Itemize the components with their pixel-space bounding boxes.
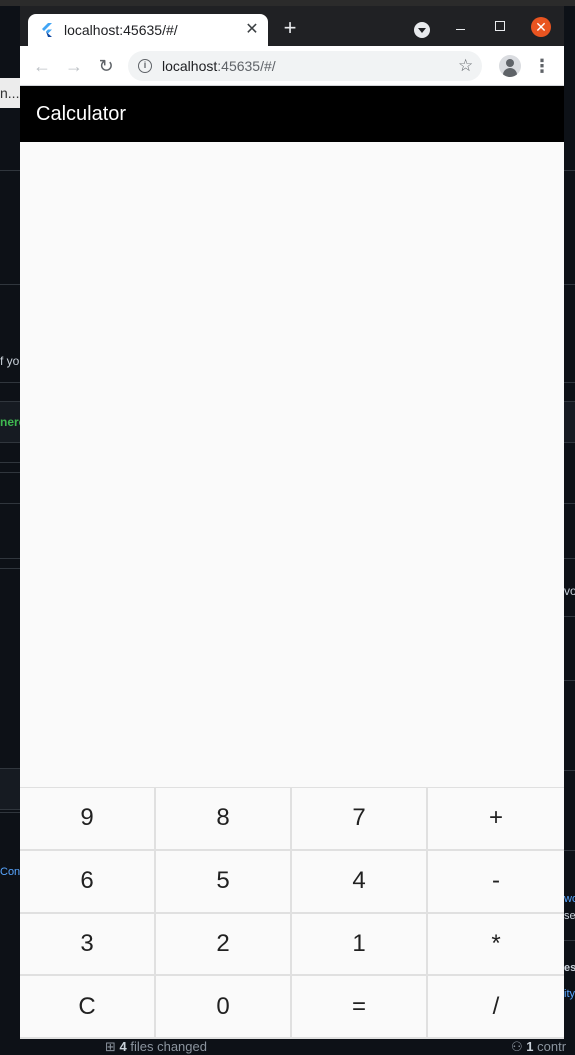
reload-icon[interactable]: ↻ <box>96 56 116 76</box>
contributors-text: contr <box>533 1039 567 1054</box>
tab-strip: localhost:45635/#/ ✕ + ✕ <box>20 6 564 46</box>
minimize-icon[interactable] <box>454 20 468 34</box>
browser-toolbar: ← → ↻ i localhost:45635/#/ ☆ ⋮ <box>20 46 564 86</box>
key-6[interactable]: 6 <box>20 850 156 914</box>
contributors-count: 1 <box>526 1039 534 1054</box>
arrow-right-icon[interactable]: → <box>64 56 84 76</box>
url-text[interactable]: localhost:45635/#/ <box>162 58 276 74</box>
url-path: :45635/#/ <box>217 58 276 74</box>
files-changed-label[interactable]: ⊞ 4 files changed <box>105 1039 207 1055</box>
app-title: Calculator <box>36 103 127 125</box>
background-tab-fragment: n... <box>0 78 20 108</box>
background-text-fragment: nerc <box>0 415 20 429</box>
arrow-left-icon[interactable]: ← <box>32 56 52 76</box>
files-changed-text: files changed <box>126 1039 207 1054</box>
kebab-menu-icon[interactable]: ⋮ <box>532 56 552 76</box>
person-icon: ⚇ <box>511 1039 527 1054</box>
window-close-icon[interactable]: ✕ <box>531 17 551 37</box>
background-band: nerc <box>0 401 20 443</box>
file-diff-icon: ⊞ <box>105 1039 120 1054</box>
browser-window: localhost:45635/#/ ✕ + ✕ ← → ↻ i localho… <box>20 6 564 1039</box>
star-icon[interactable]: ☆ <box>458 56 473 76</box>
close-icon[interactable]: ✕ <box>244 22 260 38</box>
background-left-strip <box>0 0 20 1055</box>
key-7[interactable]: 7 <box>292 788 428 851</box>
contributors-label[interactable]: ⚇ 1 contr <box>511 1039 575 1055</box>
calculator-display <box>20 142 564 787</box>
key-4[interactable]: 4 <box>292 850 428 914</box>
background-band <box>564 401 575 443</box>
background-link-fragment: wo <box>564 893 575 905</box>
key-3[interactable]: 3 <box>20 913 156 977</box>
address-bar[interactable]: i localhost:45635/#/ ☆ <box>128 51 482 81</box>
key-clear[interactable]: C <box>20 976 156 1039</box>
plus-icon[interactable]: + <box>280 17 300 39</box>
app-bar: Calculator <box>20 86 564 142</box>
background-text-fragment: vo <box>564 584 575 598</box>
key-8[interactable]: 8 <box>156 788 292 851</box>
key-minus[interactable]: - <box>428 850 564 914</box>
info-icon[interactable]: i <box>138 59 152 73</box>
background-text-fragment: se <box>564 910 575 922</box>
key-equals[interactable]: = <box>292 976 428 1039</box>
tab-search-icon[interactable] <box>414 22 430 38</box>
browser-tab[interactable]: localhost:45635/#/ ✕ <box>28 14 268 46</box>
background-link-fragment: Con <box>0 866 20 878</box>
key-multiply[interactable]: * <box>428 913 564 977</box>
background-link-fragment: ity <box>564 988 575 1000</box>
key-1[interactable]: 1 <box>292 913 428 977</box>
key-2[interactable]: 2 <box>156 913 292 977</box>
files-changed-count: 4 <box>119 1039 127 1054</box>
key-0[interactable]: 0 <box>156 976 292 1039</box>
key-5[interactable]: 5 <box>156 850 292 914</box>
key-9[interactable]: 9 <box>20 788 156 851</box>
background-text-fragment: es <box>564 962 575 974</box>
key-plus[interactable]: + <box>428 788 564 851</box>
key-divide[interactable]: / <box>428 976 564 1039</box>
avatar-icon[interactable] <box>499 55 521 77</box>
background-pr-summary-bar: ⊞ 4 files changed ⚇ 1 contr <box>0 1039 575 1055</box>
calculator-keypad: 9 8 7 + 6 5 4 - 3 2 1 * C 0 = / <box>20 787 564 1039</box>
maximize-icon[interactable] <box>495 21 505 31</box>
background-band <box>0 768 20 810</box>
background-text-fragment: f yo <box>0 354 20 368</box>
tab-title: localhost:45635/#/ <box>64 22 178 38</box>
flutter-icon <box>42 23 52 37</box>
url-host: localhost <box>162 58 218 74</box>
